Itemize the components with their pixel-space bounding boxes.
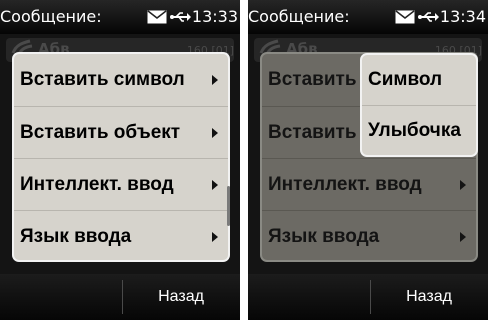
- phone-screen-left: Сообщение: 13:33 Абв 160 [01] Вставить с…: [0, 0, 240, 320]
- menu-item-label: Язык ввода: [268, 226, 380, 247]
- back-button[interactable]: Назад: [372, 276, 486, 318]
- options-menu: Вставить символ Вставить объект Интеллек…: [12, 52, 230, 262]
- menu-scrollbar[interactable]: [227, 186, 230, 226]
- mail-icon: [147, 10, 167, 24]
- chevron-right-icon: [212, 75, 218, 85]
- status-title: Сообщение:: [248, 7, 350, 26]
- status-time: 13:34: [439, 7, 486, 26]
- menu-item-label: Интеллект. ввод: [20, 174, 174, 195]
- menu-item-label: Язык ввода: [20, 226, 132, 247]
- chevron-right-icon: [212, 232, 218, 242]
- usb-icon: [418, 12, 439, 22]
- status-title: Сообщение:: [0, 7, 102, 26]
- menu-item-input-language[interactable]: Язык ввода: [14, 210, 228, 260]
- menu-item-predictive-input[interactable]: Интеллект. ввод: [14, 158, 228, 210]
- menu-item-insert-object[interactable]: Вставить объект: [14, 106, 228, 158]
- menu-item-label: Вставить объект: [20, 122, 181, 143]
- mail-icon: [395, 10, 415, 24]
- phone-screen-right: Сообщение: 13:34 Абв 160 [01] Вставить с…: [248, 0, 488, 320]
- softkey-divider: [370, 280, 371, 314]
- chevron-right-icon: [460, 180, 466, 190]
- menu-item-predictive-input[interactable]: Интеллект. ввод: [262, 158, 476, 210]
- insert-symbol-submenu: Символ Улыбочка: [360, 53, 478, 157]
- chevron-right-icon: [212, 128, 218, 138]
- menu-item-insert-symbol[interactable]: Вставить символ: [14, 54, 228, 106]
- submenu-item-smiley[interactable]: Улыбочка: [362, 105, 476, 155]
- chevron-right-icon: [212, 180, 218, 190]
- status-bar: Сообщение: 13:33: [0, 0, 240, 34]
- back-button[interactable]: Назад: [124, 276, 238, 318]
- status-bar: Сообщение: 13:34: [248, 0, 488, 34]
- menu-item-label: Вставить символ: [20, 69, 185, 90]
- chevron-right-icon: [460, 232, 466, 242]
- menu-item-input-language[interactable]: Язык ввода: [262, 210, 476, 260]
- softkey-divider: [122, 280, 123, 314]
- status-time: 13:33: [191, 7, 238, 26]
- submenu-item-symbol[interactable]: Символ: [362, 55, 476, 105]
- menu-item-label: Интеллект. ввод: [268, 174, 422, 195]
- usb-icon: [170, 12, 191, 22]
